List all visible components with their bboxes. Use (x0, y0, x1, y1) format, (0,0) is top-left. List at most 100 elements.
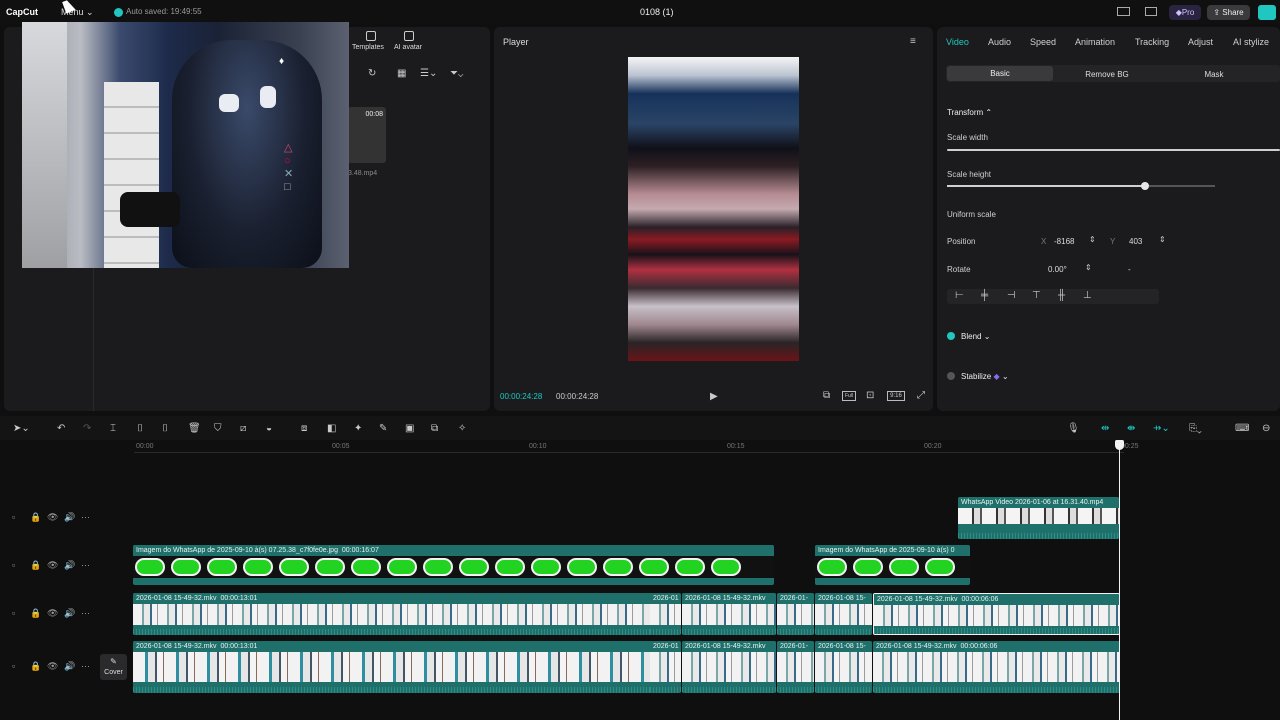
main-video-clip[interactable]: 2026-01- (777, 641, 814, 693)
audio-icon[interactable]: 🔊 (64, 560, 75, 571)
track-thumb-icon[interactable]: ▫ (12, 608, 15, 618)
track-thumb-icon[interactable]: ▫ (12, 512, 15, 522)
scale-height-knob[interactable] (1141, 182, 1150, 190)
main-video-clip[interactable]: 2026-01-08 15-49-32.mkv 00:00:13:01 (133, 641, 680, 693)
lock-icon[interactable]: 🔒 (30, 661, 41, 672)
lock-icon[interactable]: 🔒 (30, 512, 41, 523)
select-tool-icon[interactable]: ➤⌄ (13, 424, 30, 434)
magnet-icon[interactable]: ⇼ (1127, 424, 1135, 434)
transform-section[interactable]: Transform ⌃ (947, 108, 992, 117)
playhead[interactable] (1115, 440, 1124, 720)
smart-icon[interactable]: ✧ (458, 424, 466, 434)
lock-icon[interactable]: 🔒 (30, 560, 41, 571)
main-video-clip[interactable]: 2026-01-08 15-49-32.mkv (682, 641, 776, 693)
share-button[interactable]: ⇪ Share (1207, 5, 1250, 20)
split-icon[interactable]: ⌶ (110, 424, 116, 434)
playhead-handle[interactable] (1115, 440, 1124, 450)
tab-animation[interactable]: Animation (1075, 37, 1115, 47)
grid-view-icon[interactable]: ▦ (397, 69, 406, 79)
video-clip[interactable]: 2026-01-08 15-49-32.mkv 00:00:13:01 (133, 593, 680, 635)
ai-avatar-tab[interactable]: AI avatar (394, 44, 422, 51)
eye-icon[interactable]: 👁 (47, 560, 58, 571)
window-control-icon[interactable] (1258, 5, 1276, 20)
sort-icon[interactable]: ☰⌄ (420, 69, 437, 79)
fullscreen-icon[interactable]: ⤢ (917, 391, 925, 401)
audio-icon[interactable]: 🔊 (64, 608, 75, 619)
position-x-stepper-icon[interactable]: ⇕ (1089, 236, 1096, 244)
hd-icon[interactable]: ▣ (405, 424, 414, 434)
split-left-icon[interactable]: ⌷ (137, 424, 143, 434)
blend-section[interactable]: Blend ⌄ (961, 332, 990, 341)
templates-icon[interactable] (366, 31, 376, 41)
track-thumb-icon[interactable]: ▫ (12, 661, 15, 671)
refresh-icon[interactable]: ↻ (368, 69, 376, 79)
tab-tracking[interactable]: Tracking (1135, 37, 1169, 47)
more-icon[interactable]: ⋯ (81, 512, 90, 523)
filter-icon[interactable]: ⏷⌄ (450, 69, 463, 79)
timeline-ruler[interactable]: 00:00 00:05 00:10 00:15 00:20 00:25 (0, 440, 1280, 454)
tab-ai-stylize[interactable]: AI stylize (1233, 37, 1269, 47)
player-menu-icon[interactable]: ≡ (910, 37, 916, 47)
subtab-basic[interactable]: Basic (947, 66, 1053, 81)
scale-width-slider[interactable] (947, 149, 1280, 151)
templates-tab[interactable]: Templates (352, 44, 384, 51)
selected-video-clip[interactable]: 2026-01-08 15-49-32.mkv 00:00:06:06 (873, 593, 1120, 635)
align-right-icon[interactable]: ⊣ (1007, 291, 1016, 301)
eye-icon[interactable]: 👁 (47, 661, 58, 672)
tab-adjust[interactable]: Adjust (1188, 37, 1213, 47)
tab-speed[interactable]: Speed (1030, 37, 1056, 47)
redo-icon[interactable]: ↷ (83, 424, 91, 434)
ai-effect-icon[interactable]: ✦ (354, 424, 362, 434)
media-thumbnail[interactable]: 00:08 (348, 107, 386, 163)
tab-video[interactable]: Video (946, 37, 969, 47)
main-video-clip[interactable]: 2026-01-08 15- (815, 641, 872, 693)
subtab-remove-bg[interactable]: Remove BG (1057, 70, 1157, 79)
preview-axis-icon[interactable]: ⎘⌄ (1189, 424, 1202, 434)
video-clip[interactable]: 2026-01- (777, 593, 814, 635)
track-thumb-icon[interactable]: ▫ (12, 560, 15, 570)
tab-audio[interactable]: Audio (988, 37, 1011, 47)
video-clip[interactable]: 2026-01-08 15-49-32.mkv (682, 593, 776, 635)
mask-tool-icon[interactable]: ◒ (266, 424, 272, 434)
magic-icon[interactable]: ✎ (379, 424, 387, 434)
mark-icon[interactable]: ⛉ (214, 424, 222, 434)
subtab-mask[interactable]: Mask (1163, 70, 1265, 79)
lock-icon[interactable]: 🔒 (30, 608, 41, 619)
position-y-input[interactable]: 403 (1129, 237, 1142, 246)
position-x-input[interactable]: -8168 (1054, 237, 1074, 246)
edit-icon[interactable]: ⧉ (431, 424, 438, 434)
zoom-out-icon[interactable]: ⊖ (1262, 424, 1270, 434)
project-title[interactable]: 0108 (1) (640, 7, 674, 17)
fit-icon[interactable]: ⊡ (866, 391, 874, 401)
ratio-button[interactable]: 9:16 (887, 391, 905, 401)
blend-checkbox[interactable] (947, 332, 955, 340)
play-icon[interactable]: ▶ (710, 392, 718, 402)
more-icon[interactable]: ⋯ (81, 560, 90, 571)
image-clip[interactable]: Imagem do WhatsApp de 2025-09-10 à(s) 0 (815, 545, 970, 585)
stabilize-checkbox[interactable] (947, 372, 955, 380)
cover-button[interactable]: ✎ Cover (100, 654, 127, 680)
position-y-stepper-icon[interactable]: ⇕ (1159, 236, 1166, 244)
crop-icon[interactable]: ⧉ (823, 391, 830, 401)
split-right-icon[interactable]: ⌷ (162, 424, 168, 434)
pro-badge[interactable]: ◆Pro (1169, 5, 1201, 20)
rotate-input[interactable]: 0.00° (1048, 265, 1067, 274)
caption-icon[interactable]: ⌨ (1235, 424, 1249, 434)
link-clips-icon[interactable]: ⇹ (1101, 424, 1109, 434)
align-center-h-icon[interactable]: ╪ (981, 291, 988, 301)
align-center-v-icon[interactable]: ╫ (1058, 291, 1065, 301)
audio-icon[interactable]: 🔊 (64, 661, 75, 672)
layout-icon[interactable] (1117, 7, 1130, 16)
ai-avatar-icon[interactable] (404, 31, 414, 41)
rotate-flip-button[interactable]: - (1128, 265, 1131, 274)
quality-button[interactable]: Full (842, 391, 856, 401)
main-video-clip[interactable]: 2026-01-08 15-49-32.mkv 00:00:06:06 (873, 641, 1120, 693)
main-video-clip[interactable]: 2026-01 (650, 641, 681, 693)
stabilize-section[interactable]: Stabilize ◆ ⌄ (961, 372, 1009, 381)
eye-icon[interactable]: 👁 (47, 512, 58, 523)
video-clip[interactable]: 2026-01 (650, 593, 681, 635)
eye-icon[interactable]: 👁 (47, 608, 58, 619)
more-icon[interactable]: ⋯ (81, 608, 90, 619)
image-clip[interactable]: Imagem do WhatsApp de 2025-09-10 à(s) 07… (133, 545, 774, 585)
microphone-icon[interactable]: 🎙 (1067, 424, 1080, 434)
